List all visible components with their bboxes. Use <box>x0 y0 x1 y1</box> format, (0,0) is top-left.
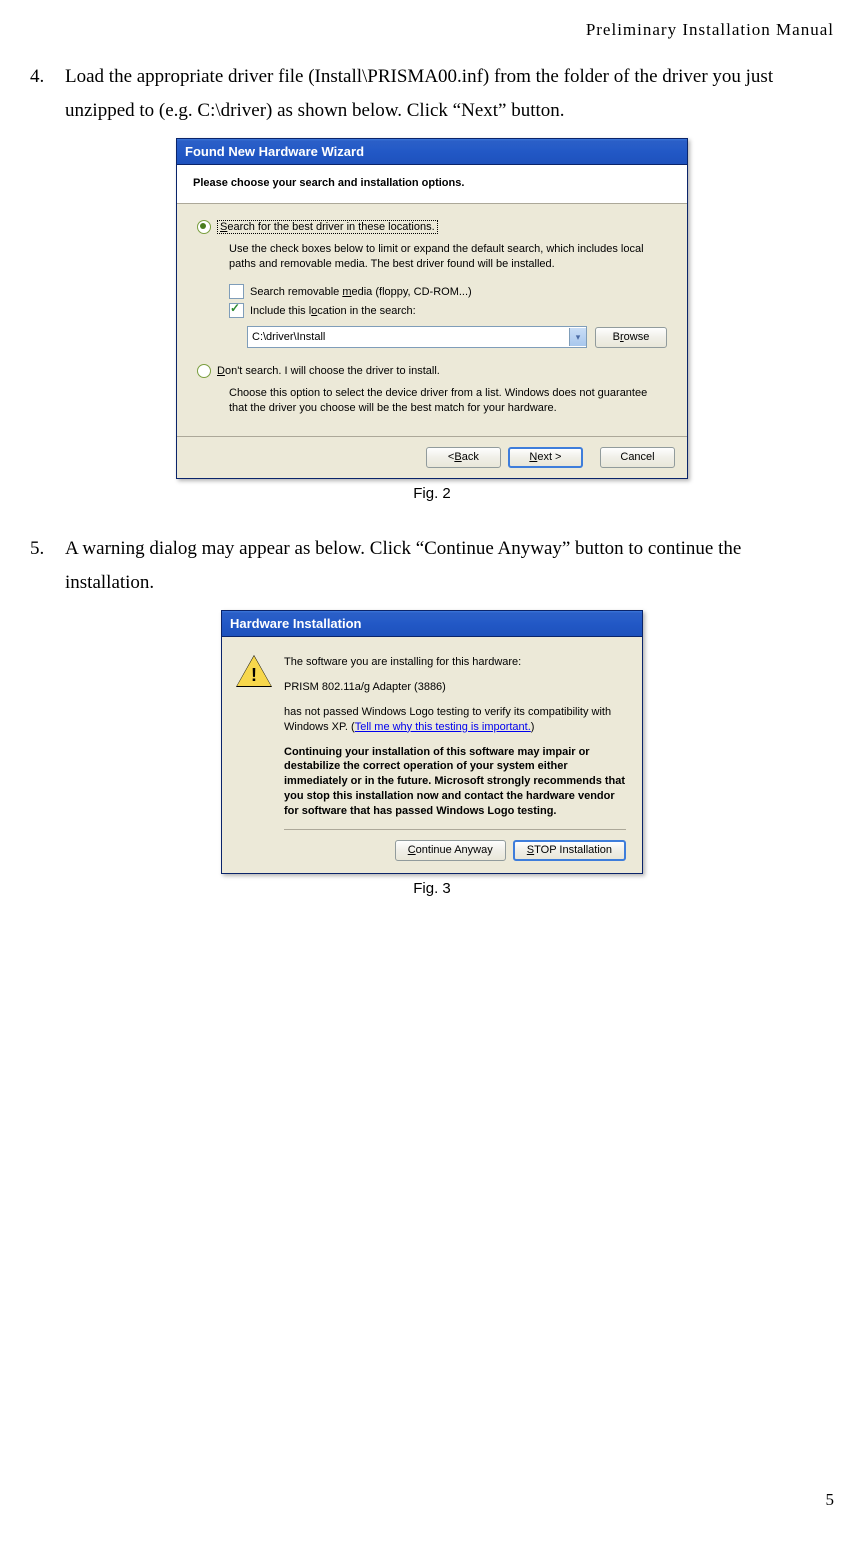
cancel-button[interactable]: Cancel <box>600 447 675 468</box>
next-button[interactable]: Next > <box>508 447 583 468</box>
dialog-hardware-wizard: Found New Hardware Wizard Please choose … <box>176 138 688 478</box>
step-4-text: Load the appropriate driver file (Instal… <box>65 60 834 128</box>
checkbox-include-location[interactable]: Include this location in the search: <box>229 301 667 320</box>
radio1-subtext: Use the check boxes below to limit or ex… <box>229 242 667 272</box>
step-5-text: A warning dialog may appear as below. Cl… <box>65 532 834 600</box>
radio-icon <box>197 364 211 378</box>
dialog1-header: Please choose your search and installati… <box>177 165 687 204</box>
fig2-caption: Fig. 2 <box>30 485 834 502</box>
location-combobox[interactable]: C:\driver\Install ▾ <box>247 326 587 348</box>
radio1-label: earch for the best driver in these locat… <box>227 221 434 233</box>
testing-link[interactable]: Tell me why this testing is important. <box>355 721 531 733</box>
chevron-down-icon[interactable]: ▾ <box>569 328 586 346</box>
page-number: 5 <box>826 1490 835 1510</box>
radio-dont-search[interactable]: Don't search. I will choose the driver t… <box>197 362 667 380</box>
divider <box>284 829 626 830</box>
dialog2-titlebar: Hardware Installation <box>222 611 642 637</box>
step-5: 5. A warning dialog may appear as below.… <box>30 532 834 600</box>
header-text: Preliminary Installation Manual <box>30 20 834 40</box>
warn-device: PRISM 802.11a/g Adapter (3886) <box>284 680 626 695</box>
stop-installation-button[interactable]: STOP Installation <box>513 840 626 861</box>
radio-icon <box>197 220 211 234</box>
checkbox-icon <box>229 303 244 318</box>
checkbox-removable-media[interactable]: Search removable media (floppy, CD-ROM..… <box>229 282 667 301</box>
location-path: C:\driver\Install <box>248 331 569 343</box>
dialog-hardware-installation: Hardware Installation ! The software you… <box>221 610 643 874</box>
warn-line1: The software you are installing for this… <box>284 655 626 670</box>
fig3-caption: Fig. 3 <box>30 880 834 897</box>
warning-icon: ! <box>238 655 270 687</box>
step-5-number: 5. <box>30 532 65 600</box>
step-4-number: 4. <box>30 60 65 128</box>
browse-button[interactable]: Browse <box>595 327 667 348</box>
radio-search-best[interactable]: Search for the best driver in these loca… <box>197 218 667 236</box>
back-button[interactable]: < Back <box>426 447 501 468</box>
step-4: 4. Load the appropriate driver file (Ins… <box>30 60 834 128</box>
dialog1-titlebar: Found New Hardware Wizard <box>177 139 687 165</box>
continue-anyway-button[interactable]: Continue Anyway <box>395 840 506 861</box>
warn-bold: Continuing your installation of this sof… <box>284 745 626 819</box>
radio2-subtext: Choose this option to select the device … <box>229 386 667 416</box>
checkbox-icon <box>229 284 244 299</box>
warn-line2: has not passed Windows Logo testing to v… <box>284 705 626 735</box>
